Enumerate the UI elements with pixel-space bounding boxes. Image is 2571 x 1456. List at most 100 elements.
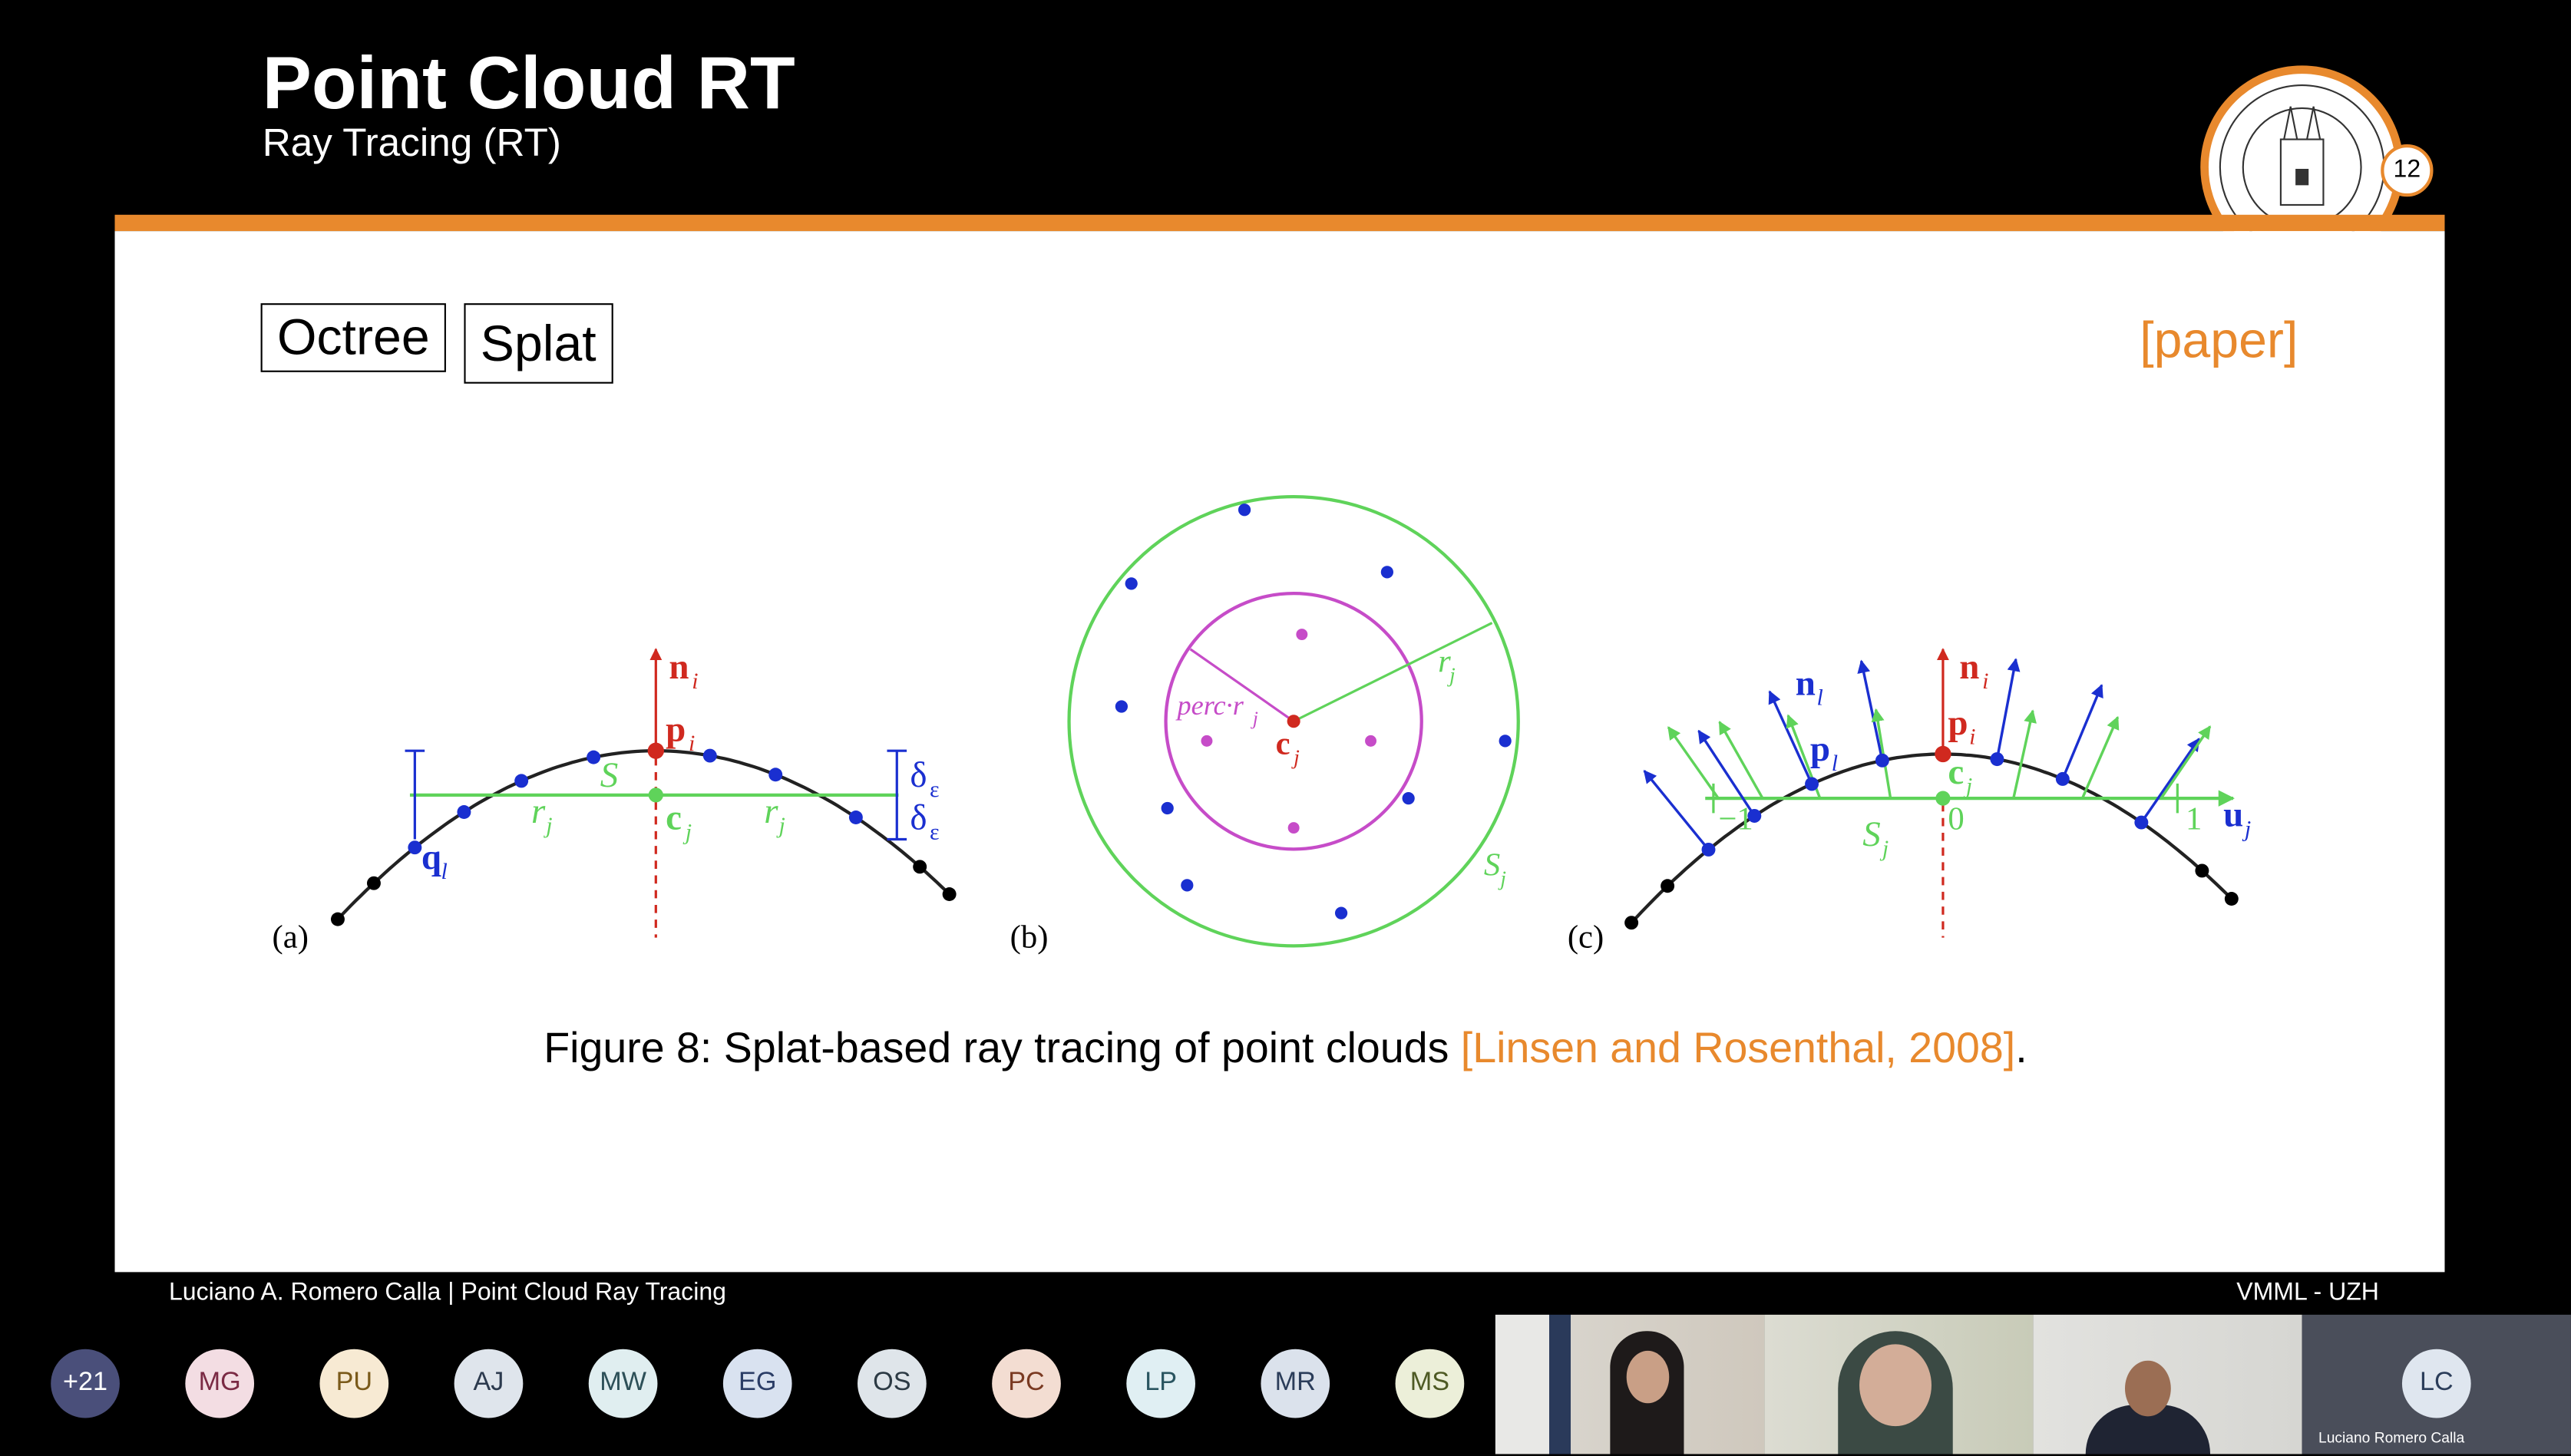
splat-normal-arrow <box>2080 715 2120 799</box>
avatar[interactable]: PC <box>992 1349 1061 1418</box>
inner-point <box>1201 735 1213 747</box>
outer-point <box>1161 801 1174 815</box>
sample-point <box>1624 916 1639 930</box>
label-delta: δ <box>910 798 927 838</box>
outer-point <box>1499 735 1512 748</box>
label-a: (a) <box>273 919 309 955</box>
subscript: l <box>1816 685 1823 710</box>
subscript: i <box>692 669 698 694</box>
footer-institution: VMML - UZH <box>2236 1278 2379 1307</box>
caption-end: . <box>2015 1022 2027 1072</box>
self-view-name: Luciano Romero Calla <box>2318 1429 2465 1446</box>
subscript: i <box>1969 725 1975 750</box>
avatar: LC <box>2401 1349 2471 1418</box>
label-n-i: n <box>669 647 689 687</box>
sample-point <box>2055 771 2070 786</box>
footer-author: Luciano A. Romero Calla | Point Cloud Ra… <box>168 1278 726 1307</box>
center-point <box>648 787 663 803</box>
avatar[interactable]: MS <box>1395 1349 1465 1418</box>
surface-normal-arrow <box>1643 769 1710 851</box>
sample-point <box>1805 777 1819 791</box>
inner-point <box>1365 735 1377 747</box>
subscript: j <box>1963 774 1972 799</box>
self-view-tile[interactable]: LC Luciano Romero Calla <box>2302 1314 2571 1454</box>
sample-point <box>768 768 783 782</box>
label-c: (c) <box>1568 919 1604 955</box>
label-r-j: r <box>764 791 778 831</box>
label-c-j: c <box>1948 752 1964 792</box>
sample-point <box>587 750 601 764</box>
subscript: i <box>689 731 695 756</box>
subscript: j <box>1251 707 1258 729</box>
panel-a: (a) n i p i S c j r j r j q l δ ε δ ε <box>273 647 957 955</box>
tick-one: 1 <box>2186 801 2202 837</box>
subscript: j <box>682 820 692 845</box>
sample-point <box>1701 842 1716 857</box>
label-delta: δ <box>910 755 927 795</box>
label-s-j: S <box>1862 814 1880 854</box>
outer-point <box>1115 700 1129 713</box>
label-p-l: p <box>1810 729 1830 769</box>
meeting-stage: Point Cloud RT Ray Tracing (RT) 12 Octre… <box>0 0 2571 1456</box>
label-b: (b) <box>1010 919 1049 955</box>
sample-point <box>366 876 381 890</box>
more-participants-button[interactable]: +21 <box>51 1349 120 1418</box>
splat-normal-arrow <box>1667 726 1720 800</box>
video-tile-participant-2[interactable] <box>1764 1314 2034 1454</box>
subscript: ε <box>930 820 940 845</box>
subscript: l <box>441 859 448 884</box>
outer-point <box>1181 879 1194 892</box>
avatar[interactable]: AJ <box>454 1349 524 1418</box>
inner-point <box>1296 629 1308 641</box>
avatar[interactable]: MG <box>185 1349 255 1418</box>
sample-point <box>2134 815 2149 830</box>
inner-point <box>1287 822 1300 834</box>
splat-normal-arrow <box>1718 721 1764 799</box>
panel-b: (b) perc·r j c j r j S j <box>1010 495 1520 955</box>
label-p-i: p <box>1948 703 1968 743</box>
sample-point <box>2195 863 2209 878</box>
label-n-i: n <box>1959 647 1979 687</box>
subscript: i <box>1982 669 1988 694</box>
panel-c: (c) n i p i c j n l p l S j 0 −1 1 u j <box>1568 647 2251 955</box>
outer-point <box>1402 792 1415 805</box>
label-perc: perc·r <box>1175 690 1244 721</box>
subscript: ε <box>930 777 940 802</box>
sample-point <box>702 748 717 763</box>
label-p-i: p <box>666 709 686 749</box>
video-tile-participant-1[interactable] <box>1495 1314 1765 1454</box>
avatar[interactable]: MR <box>1261 1349 1330 1418</box>
tick-zero: 0 <box>1948 801 1964 837</box>
sample-point <box>1875 753 1889 768</box>
video-tile-participant-3[interactable] <box>2033 1314 2302 1454</box>
subscript: l <box>1832 751 1838 776</box>
outer-point <box>1334 906 1348 919</box>
citation-link[interactable]: [Linsen and Rosenthal, 2008] <box>1461 1023 2015 1072</box>
avatar[interactable]: PU <box>319 1349 389 1418</box>
label-s-j: S <box>1484 847 1500 883</box>
sample-point <box>913 860 927 874</box>
tick-minus-one: −1 <box>1718 801 1753 837</box>
avatar[interactable]: LP <box>1126 1349 1195 1418</box>
splat-normal-arrow <box>2160 725 2212 800</box>
subscript: j <box>1291 745 1300 769</box>
sample-point <box>331 912 345 926</box>
label-r-j: r <box>531 791 546 831</box>
label-q-l: q <box>421 837 441 877</box>
sample-point <box>408 840 422 855</box>
figure-caption: Figure 8: Splat-based ray tracing of poi… <box>0 1023 2571 1074</box>
sample-point <box>1661 879 1675 893</box>
label-s-j: S <box>600 755 618 795</box>
avatar[interactable]: EG <box>722 1349 792 1418</box>
label-n-l: n <box>1796 664 1816 704</box>
label-c-j: c <box>666 798 682 838</box>
surface-normal-arrow <box>1768 690 1813 785</box>
avatar[interactable]: OS <box>858 1349 927 1418</box>
sample-point <box>848 811 863 824</box>
sample-point <box>942 887 957 901</box>
label-u-j: u <box>2223 794 2243 834</box>
avatar[interactable]: MW <box>588 1349 658 1418</box>
splat-normal-arrow <box>2012 709 2037 799</box>
outer-point <box>1380 566 1394 579</box>
sample-point <box>1990 752 2004 767</box>
